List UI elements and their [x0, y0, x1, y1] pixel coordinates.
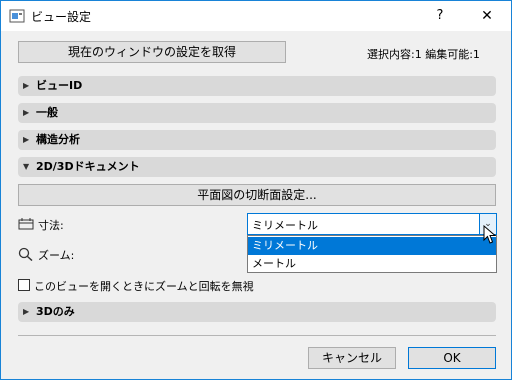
- view-settings-dialog: ビュー設定 ? ✕ 現在のウィンドウの設定を取得 選択内容:1 編集可能:1 ▶…: [0, 0, 512, 380]
- expand-triangle-icon: ▶: [23, 307, 30, 316]
- section-label: ビューID: [36, 79, 83, 92]
- section-label: 3Dのみ: [36, 305, 75, 318]
- ignore-zoom-rotation-label: このビューを開くときにズームと回転を無視: [34, 280, 254, 293]
- app-icon: [9, 9, 25, 23]
- title-bar[interactable]: ビュー設定 ? ✕: [1, 1, 511, 31]
- zoom-label: ズーム:: [38, 249, 75, 262]
- dropdown-option-meter[interactable]: メートル: [248, 255, 496, 273]
- section-view-id[interactable]: ▶ ビューID: [18, 76, 496, 96]
- section-general[interactable]: ▶ 一般: [18, 103, 496, 123]
- ignore-zoom-rotation-checkbox[interactable]: [18, 279, 30, 291]
- ok-button[interactable]: OK: [408, 347, 496, 369]
- dimension-dropdown-list: ミリメートル メートル: [247, 235, 497, 273]
- get-current-settings-button[interactable]: 現在のウィンドウの設定を取得: [18, 41, 286, 63]
- selection-status: 選択内容:1 編集可能:1: [367, 48, 480, 61]
- dimension-icon: [18, 218, 34, 230]
- close-button[interactable]: ✕: [469, 5, 505, 27]
- zoom-magnifier-icon: [18, 247, 33, 261]
- dimension-select-value: ミリメートル: [252, 219, 318, 232]
- floor-plan-cut-plane-button[interactable]: 平面図の切断面設定...: [18, 184, 496, 206]
- section-label: 2D/3Dドキュメント: [36, 160, 140, 173]
- section-structural-analysis[interactable]: ▶ 構造分析: [18, 130, 496, 150]
- section-2d-3d-document[interactable]: ▼ 2D/3Dドキュメント: [18, 157, 496, 177]
- mouse-cursor-icon: [483, 225, 497, 244]
- section-label: 構造分析: [36, 133, 80, 146]
- section-label: 一般: [36, 106, 58, 119]
- dimension-select[interactable]: ミリメートル ⌄: [247, 213, 497, 235]
- help-button[interactable]: ?: [425, 5, 455, 27]
- collapse-triangle-icon: ▼: [23, 162, 30, 171]
- expand-triangle-icon: ▶: [23, 81, 30, 90]
- section-3d-only[interactable]: ▶ 3Dのみ: [18, 302, 496, 322]
- window-title: ビュー設定: [31, 10, 92, 24]
- expand-triangle-icon: ▶: [23, 108, 30, 117]
- dimension-label: 寸法:: [38, 219, 64, 232]
- divider: [18, 335, 496, 336]
- dropdown-option-millimeter[interactable]: ミリメートル: [248, 237, 496, 255]
- cancel-button[interactable]: キャンセル: [308, 347, 396, 369]
- expand-triangle-icon: ▶: [23, 135, 30, 144]
